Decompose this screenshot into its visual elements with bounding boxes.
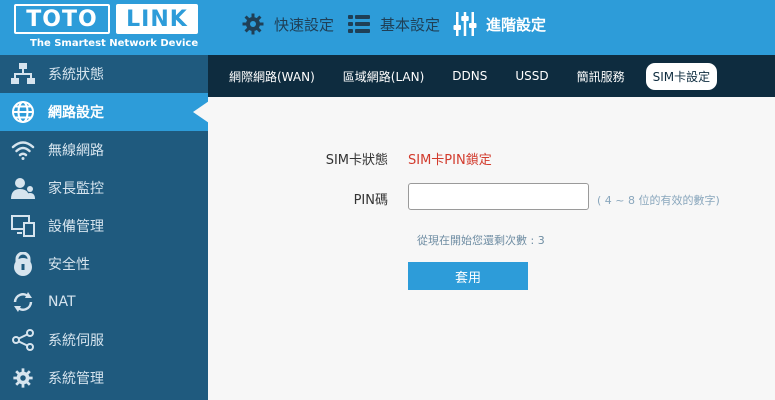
sidebar-item-label: NAT <box>48 294 76 310</box>
wifi-icon <box>10 137 36 163</box>
sidebar-item-system-management[interactable]: 系統管理 <box>0 359 208 397</box>
sidebar-item-parental-control[interactable]: 家長監控 <box>0 169 208 207</box>
top-nav-advanced-setup[interactable]: 進階設定 <box>452 11 546 37</box>
tab-lan[interactable]: 區域網路(LAN) <box>336 63 432 90</box>
sidebar-item-wireless[interactable]: 無線網路 <box>0 131 208 169</box>
sidebar-item-label: 系統伺服 <box>48 333 104 349</box>
gear-icon <box>240 11 266 37</box>
top-nav-label: 快速設定 <box>274 15 335 34</box>
top-nav: 快速設定 基本設定 進階設定 <box>240 8 558 40</box>
sidebar-item-label: 無線網路 <box>48 143 104 159</box>
sidebar-item-label: 設備管理 <box>48 219 104 235</box>
top-nav-label: 進階設定 <box>486 15 547 34</box>
tab-sim-settings[interactable]: SIM卡設定 <box>645 62 718 90</box>
pin-label: PIN碼 <box>353 193 388 208</box>
sub-nav: 網際網路(WAN) 區域網路(LAN) DDNS USSD 簡訊服務 SIM卡設… <box>208 55 775 97</box>
sim-settings-panel: SIM卡狀態 SIM卡PIN鎖定 PIN碼 ( 4 ~ 8 位的有效的數字) 從… <box>208 97 775 400</box>
sidebar-item-label: 家長監控 <box>48 181 104 197</box>
list-icon <box>346 11 372 37</box>
share-icon <box>10 327 36 353</box>
logo[interactable]: TOTO LINK The Smartest Network Device <box>14 4 198 51</box>
refresh-icon <box>10 289 36 315</box>
logo-link: LINK <box>116 4 198 34</box>
pin-hint: ( 4 ~ 8 位的有效的數字) <box>597 194 720 207</box>
tab-wan[interactable]: 網際網路(WAN) <box>222 63 322 90</box>
pin-input[interactable] <box>408 183 589 210</box>
sidebar: 系統狀態 網路設定 無線網路 家長監控 設備管理 安全性 NAT 系統伺服 系統… <box>0 55 209 400</box>
logo-tagline: The Smartest Network Device <box>30 38 199 49</box>
top-nav-quick-setup[interactable]: 快速設定 <box>240 11 334 37</box>
sidebar-item-security[interactable]: 安全性 <box>0 245 208 283</box>
sidebar-item-system-service[interactable]: 系統伺服 <box>0 321 208 359</box>
top-nav-basic-setup[interactable]: 基本設定 <box>346 11 440 37</box>
gear-icon <box>10 365 36 391</box>
sidebar-item-label: 系統管理 <box>48 371 104 387</box>
top-nav-label: 基本設定 <box>380 15 441 34</box>
header: TOTO LINK The Smartest Network Device 快速… <box>0 0 775 55</box>
tab-sms[interactable]: 簡訊服務 <box>570 63 632 90</box>
apply-button[interactable]: 套用 <box>408 262 528 290</box>
sim-status-label: SIM卡狀態 <box>325 153 388 168</box>
device-management-icon <box>10 213 36 239</box>
sim-status-value: SIM卡PIN鎖定 <box>408 153 492 168</box>
tab-ussd[interactable]: USSD <box>508 64 555 88</box>
remaining-attempts: 從現在開始您還剩次數 : 3 <box>417 234 545 247</box>
sidebar-item-system-status[interactable]: 系統狀態 <box>0 55 208 93</box>
lock-icon <box>10 251 36 277</box>
network-status-icon <box>10 61 36 87</box>
sliders-icon <box>452 11 478 37</box>
logo-toto: TOTO <box>14 4 110 34</box>
tab-ddns[interactable]: DDNS <box>445 64 494 88</box>
sidebar-item-label: 系統狀態 <box>48 67 104 83</box>
sidebar-item-label: 網路設定 <box>48 105 104 121</box>
parental-control-icon <box>10 175 36 201</box>
sidebar-item-label: 安全性 <box>48 257 90 273</box>
globe-icon <box>10 99 36 125</box>
sidebar-item-network-settings[interactable]: 網路設定 <box>0 93 209 131</box>
sidebar-item-nat[interactable]: NAT <box>0 283 208 321</box>
sidebar-item-device-management[interactable]: 設備管理 <box>0 207 208 245</box>
